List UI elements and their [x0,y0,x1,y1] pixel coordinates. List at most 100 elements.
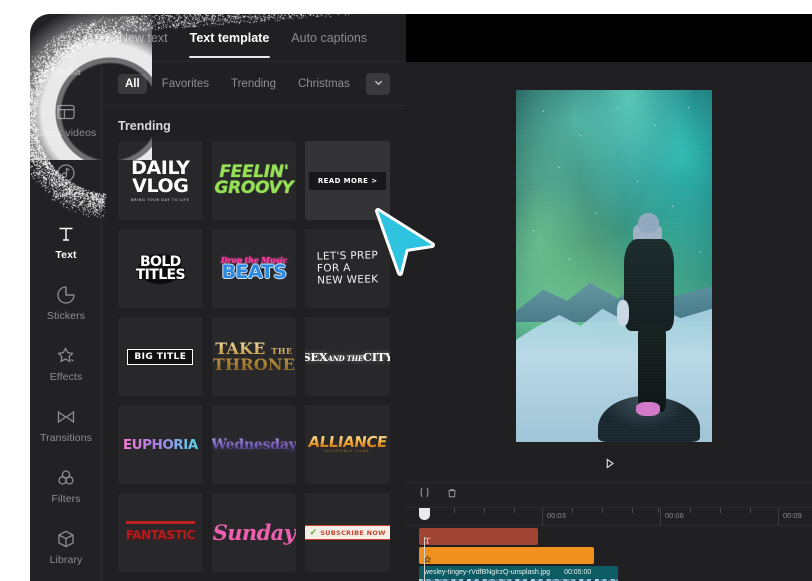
sidebar-item-label: Transitions [40,433,92,444]
play-icon [603,457,616,475]
template-art: Drop the Music BEATS [221,256,288,282]
template-line2: GROOVY [214,178,293,198]
stickers-icon [55,284,77,306]
template-line1: SEX [305,350,327,364]
media-icon [55,40,77,62]
template-tile-alliance[interactable]: ALLIANCE INCREDIBLE GAME [305,405,390,484]
sidebar-item-library[interactable]: Library [30,516,102,577]
template-tile-sunday[interactable]: Sunday [212,493,297,572]
sidebar-item-text[interactable]: Text [30,211,102,272]
tab-auto-captions[interactable]: Auto captions [290,18,368,58]
library-icon [55,528,77,550]
timeline-toolbar [406,483,812,508]
sidebar-item-label: Filters [51,494,80,505]
tab-new-text[interactable]: New text [118,18,169,58]
panel-tabs: New text Text template Auto captions [102,14,406,62]
template-line1: FANTASTIC [126,528,195,542]
timeline-ruler[interactable]: 00:03 00:06 00:09 [406,508,812,526]
split-button[interactable] [416,487,432,503]
template-tile-lets-prep[interactable]: LET'S PREP FOR A NEW WEEK [305,229,390,308]
filter-chip-trending[interactable]: Trending [224,74,283,94]
filters-icon [55,467,77,489]
person-head [638,213,659,233]
template-tile-fantastic[interactable]: FANTASTIC [118,493,203,572]
template-tile-sex-and-the-city[interactable]: SEXAND THECITY [305,317,390,396]
preview-area [406,62,812,482]
template-tile-wednesday[interactable]: Wednesday [212,405,297,484]
more-filters-button[interactable] [366,73,390,95]
timeline-track[interactable] [406,528,812,545]
delete-button[interactable] [444,487,460,503]
sidebar-item-effects[interactable]: Effects [30,333,102,394]
timeline-track[interactable]: wesley-tingey-rVdfBNgIrzQ-unsplash.jpg 0… [406,566,812,581]
decorative-bar [126,521,195,524]
sidebar-item-stickers[interactable]: Stickers [30,272,102,333]
sidebar-item-audio[interactable]: Audio [30,150,102,211]
template-art: TAKE THE THRONE [213,341,295,371]
template-tile-bold-titles[interactable]: BOLD TITLES [118,229,203,308]
template-tile-read-more[interactable]: READ MORE > [305,141,390,220]
template-line3: THRONE [213,355,295,374]
template-line2: TITLES [136,269,185,282]
person-jacket [624,239,675,332]
sidebar-item-label: Audio [52,189,79,200]
template-line1: BIG TITLE [127,349,193,365]
person-silhouette [618,213,689,410]
template-line3: NEW WEEK [317,274,379,287]
filter-chip-all[interactable]: All [118,74,147,94]
person-boot [636,402,660,416]
template-tile-feelin-groovy[interactable]: FEELIN' GROOVY [212,141,297,220]
table-row[interactable]: wesley-tingey-rVdfBNgIrzQ-unsplash.jpg 0… [419,566,618,581]
filter-chip-favorites[interactable]: Favorites [155,74,216,94]
template-art: ALLIANCE INCREDIBLE GAME [307,435,388,453]
sidebar-item-label: Media [51,67,80,78]
template-line2: BEATS [221,263,288,282]
person-legs [638,326,666,413]
sidebar-item-label: Library [50,555,83,566]
clip-duration: 00:05:00 [564,569,591,576]
stock-videos-icon [55,101,77,123]
template-art: ✓ SUBSCRIBE NOW [305,525,390,540]
template-tile-take-the-throne[interactable]: TAKE THE THRONE [212,317,297,396]
timeline: 00:03 00:06 00:09 wesley-tingey-rVdfBNgI… [406,482,812,581]
template-tile-subscribe-now[interactable]: ✓ SUBSCRIBE NOW [305,493,390,572]
text-panel: New text Text template Auto captions All… [102,14,406,581]
sidebar-item-filters[interactable]: Filters [30,455,102,516]
template-tile-euphoria[interactable]: EUPHORIA [118,405,203,484]
template-line2: VLOG [132,175,188,197]
chevron-down-icon [373,75,384,93]
delete-icon [446,486,458,504]
check-icon: ✓ [310,528,318,537]
template-line2: AND THE [327,354,362,363]
clip-caption: wesley-tingey-rVdfBNgIrzQ-unsplash.jpg 0… [419,566,618,579]
sidebar-item-label: Text [55,250,76,261]
template-tile-daily-vlog[interactable]: DAILY VLOG BRING YOUR DAY TO LIFE [118,141,203,220]
playhead-line [424,537,425,581]
playhead-handle[interactable] [419,508,430,520]
person-glove [617,300,630,326]
filter-chip-christmas[interactable]: Christmas [291,74,357,94]
timeline-track[interactable] [406,547,812,564]
table-row[interactable] [419,528,538,545]
template-art: BOLD TITLES [136,256,185,282]
section-title: Trending [102,106,406,141]
sidebar-item-label: Effects [50,372,83,383]
table-row[interactable] [419,547,594,564]
template-art: FEELIN' GROOVY [214,165,293,196]
tab-text-template[interactable]: Text template [189,18,271,58]
template-tile-big-title[interactable]: BIG TITLE [118,317,203,396]
template-tile-beats[interactable]: Drop the Music BEATS [212,229,297,308]
sidebar-item-transitions[interactable]: Transitions [30,394,102,455]
video-preview[interactable] [516,90,712,442]
workspace: 00:03 00:06 00:09 wesley-tingey-rVdfBNgI… [406,62,812,581]
template-line1: READ MORE > [309,172,387,190]
template-art: FANTASTIC [126,521,195,544]
sidebar-item-stock-videos[interactable]: Stock videos [30,89,102,150]
sidebar-item-media[interactable]: Media [30,28,102,89]
app-window: Media Stock videos Audio Text Stickers E… [0,0,812,581]
template-line1: Wednesday [212,437,297,453]
template-line1: Sunday [213,520,296,545]
sidebar: Media Stock videos Audio Text Stickers E… [30,14,102,581]
play-button[interactable] [406,454,812,478]
effects-icon [55,345,77,367]
